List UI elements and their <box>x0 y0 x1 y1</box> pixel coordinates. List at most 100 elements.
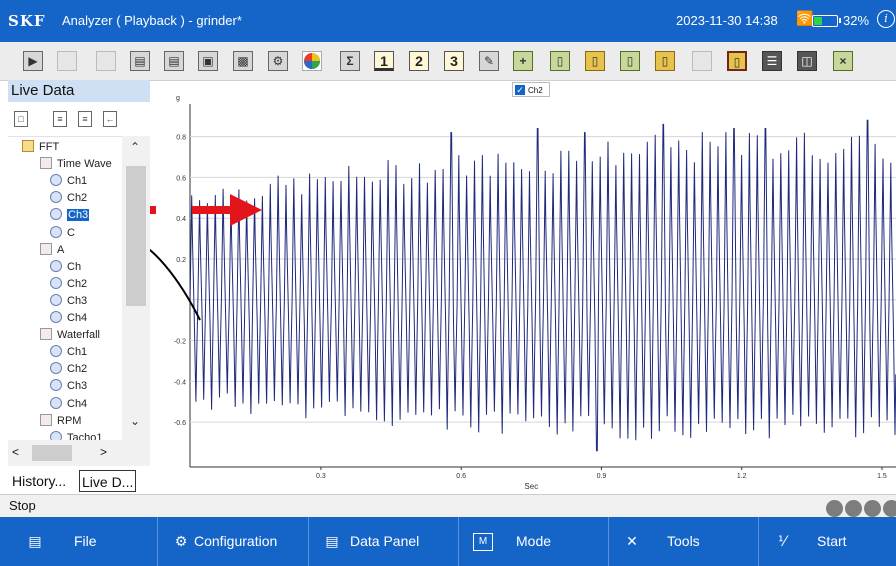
play-icon[interactable]: ▶ <box>23 51 43 71</box>
chart-legend[interactable]: ✓ Ch2 <box>512 82 550 97</box>
tree-item-label: Ch3 <box>67 294 88 307</box>
channel-icon <box>50 174 62 187</box>
pie-chart-icon[interactable] <box>302 51 322 71</box>
one-plot-button[interactable]: 1 <box>374 51 394 71</box>
legend-checkbox[interactable]: ✓ <box>515 85 525 95</box>
title-bar: SKF Analyzer ( Playback ) - grinder* 202… <box>0 0 896 42</box>
tree-item[interactable]: Ch2 <box>50 276 87 292</box>
scroll-thumb[interactable] <box>126 166 146 306</box>
collapse-tree-icon[interactable]: ≡ <box>78 111 92 127</box>
data-panel-icon: ▤ <box>325 533 339 549</box>
channel-icon <box>50 396 62 409</box>
status-dot-2 <box>845 500 862 517</box>
tree-horizontal-scrollbar[interactable]: < > <box>8 440 150 466</box>
x-tick-label: 0.3 <box>316 473 326 480</box>
scroll-down-icon[interactable]: ⌄ <box>130 414 140 428</box>
file-button[interactable]: ▤ File <box>0 517 158 566</box>
channel-icon <box>50 311 62 323</box>
new-item-icon[interactable]: □ <box>14 111 28 127</box>
scroll-up-icon[interactable]: ⌃ <box>130 140 140 154</box>
tree-item[interactable]: FFT <box>22 139 59 155</box>
scroll-left-icon[interactable]: < <box>12 445 19 459</box>
configuration-icon: ⚙ <box>174 533 188 549</box>
tree-item[interactable]: Ch1 <box>50 173 87 189</box>
mode-button[interactable]: M Mode <box>459 517 609 566</box>
left-panel-tabs: History... Live D... <box>8 468 150 494</box>
tree-toolbar: □ ≡ ≡ ← <box>8 102 150 136</box>
report-icon[interactable]: ▩ <box>233 51 253 71</box>
tree-item[interactable]: Ch3 <box>50 378 87 394</box>
tree-item-label: FFT <box>39 141 60 153</box>
tree-item[interactable]: Ch <box>50 259 81 275</box>
status-text: Stop <box>9 498 36 513</box>
x-tick-label: 0.6 <box>456 473 466 480</box>
tree-item[interactable]: Ch3 <box>50 293 87 309</box>
tree-item[interactable]: Ch4 <box>50 396 87 412</box>
y-tick-label: 0.2 <box>176 257 186 264</box>
y-tick-label: 0.4 <box>176 216 186 223</box>
tree-item[interactable]: Ch4 <box>50 310 87 326</box>
tree-vertical-scrollbar[interactable]: ⌃ ⌄ <box>122 136 150 440</box>
tree-item-label: Ch3 <box>67 380 88 393</box>
channel-icon <box>50 191 62 204</box>
battery-percent: 32% <box>843 13 870 28</box>
close-plot-icon[interactable]: × <box>833 51 853 71</box>
tree-item[interactable]: RPM <box>40 413 81 429</box>
tree-item[interactable]: Ch1 <box>50 344 87 360</box>
cursor-b-icon[interactable]: ▯ <box>585 51 605 71</box>
stop-icon[interactable] <box>57 51 77 71</box>
folder-icon[interactable]: ▤ <box>164 51 184 71</box>
hscroll-thumb[interactable] <box>32 445 72 461</box>
gear-icon[interactable]: ⚙ <box>268 51 288 71</box>
layout-icon[interactable]: ▯ <box>727 51 747 71</box>
open-folder-icon[interactable]: ▤ <box>130 51 150 71</box>
info-icon[interactable]: i <box>877 10 895 28</box>
live-data-header: Live Data <box>8 80 150 102</box>
tree-item-label: A <box>57 243 65 256</box>
three-plot-button[interactable]: 3 <box>444 51 464 71</box>
tree-item-label: RPM <box>57 414 82 427</box>
two-plot-button[interactable]: 2 <box>409 51 429 71</box>
channel-icon <box>50 225 62 238</box>
tab-live-data[interactable]: Live D... <box>79 470 137 492</box>
cursor-c-icon[interactable]: ▯ <box>620 51 640 71</box>
annotation-arrow-left-bar <box>150 206 156 214</box>
tree-item[interactable]: Waterfall <box>40 327 100 343</box>
save-icon[interactable]: ▣ <box>198 51 218 71</box>
tree-item[interactable]: C <box>50 225 75 241</box>
channel-icon <box>50 345 62 358</box>
split-horizontal-icon[interactable]: ☰ <box>762 51 782 71</box>
tab-history[interactable]: History... <box>10 470 68 492</box>
tools-label: Tools <box>667 533 700 549</box>
channel-icon <box>50 208 62 221</box>
data-panel-label: Data Panel <box>350 533 420 549</box>
cursor-a-icon[interactable]: ▯ <box>550 51 570 71</box>
blank-icon[interactable] <box>692 51 712 71</box>
folder-icon: ▤ <box>28 533 42 549</box>
sigma-icon[interactable]: Σ <box>340 51 360 71</box>
expand-tree-icon[interactable]: ≡ <box>53 111 67 127</box>
add-cursor-icon[interactable]: + <box>513 51 533 71</box>
configuration-button[interactable]: ⚙ Configuration <box>158 517 309 566</box>
tree-item[interactable]: Time Wave <box>40 156 112 172</box>
plot-group-icon <box>40 157 52 170</box>
time-waveform-chart[interactable]: -0.6 -0.4 -0.2 0.2 0.4 0.6 0.8 0.3 0.6 0.9 1.2 1.5 g… <box>150 80 896 494</box>
scroll-right-icon[interactable]: > <box>100 445 107 459</box>
bottom-navigation: ▤ File ⚙ Configuration ▤ Data Panel M Mo… <box>0 517 896 566</box>
tree-item-label: C <box>67 226 75 239</box>
start-button[interactable]: ⅟ Start <box>759 517 896 566</box>
split-vertical-icon[interactable]: ◫ <box>797 51 817 71</box>
y-tick-label: -0.6 <box>174 420 186 427</box>
tools-button[interactable]: ✕ Tools <box>609 517 759 566</box>
tree-item[interactable]: Ch2 <box>50 190 87 206</box>
cursor-d-icon[interactable]: ▯ <box>655 51 675 71</box>
data-panel-button[interactable]: ▤ Data Panel <box>309 517 459 566</box>
back-icon[interactable]: ← <box>103 111 117 127</box>
mode-icon: M <box>473 533 493 551</box>
tree-item-label: Ch3 <box>67 209 90 222</box>
tree-item[interactable]: A <box>40 242 64 258</box>
export-icon[interactable]: ✎ <box>479 51 499 71</box>
tree-item[interactable]: Ch2 <box>50 361 87 377</box>
tree-item[interactable]: Ch3 <box>50 207 90 223</box>
record-icon[interactable] <box>96 51 116 71</box>
